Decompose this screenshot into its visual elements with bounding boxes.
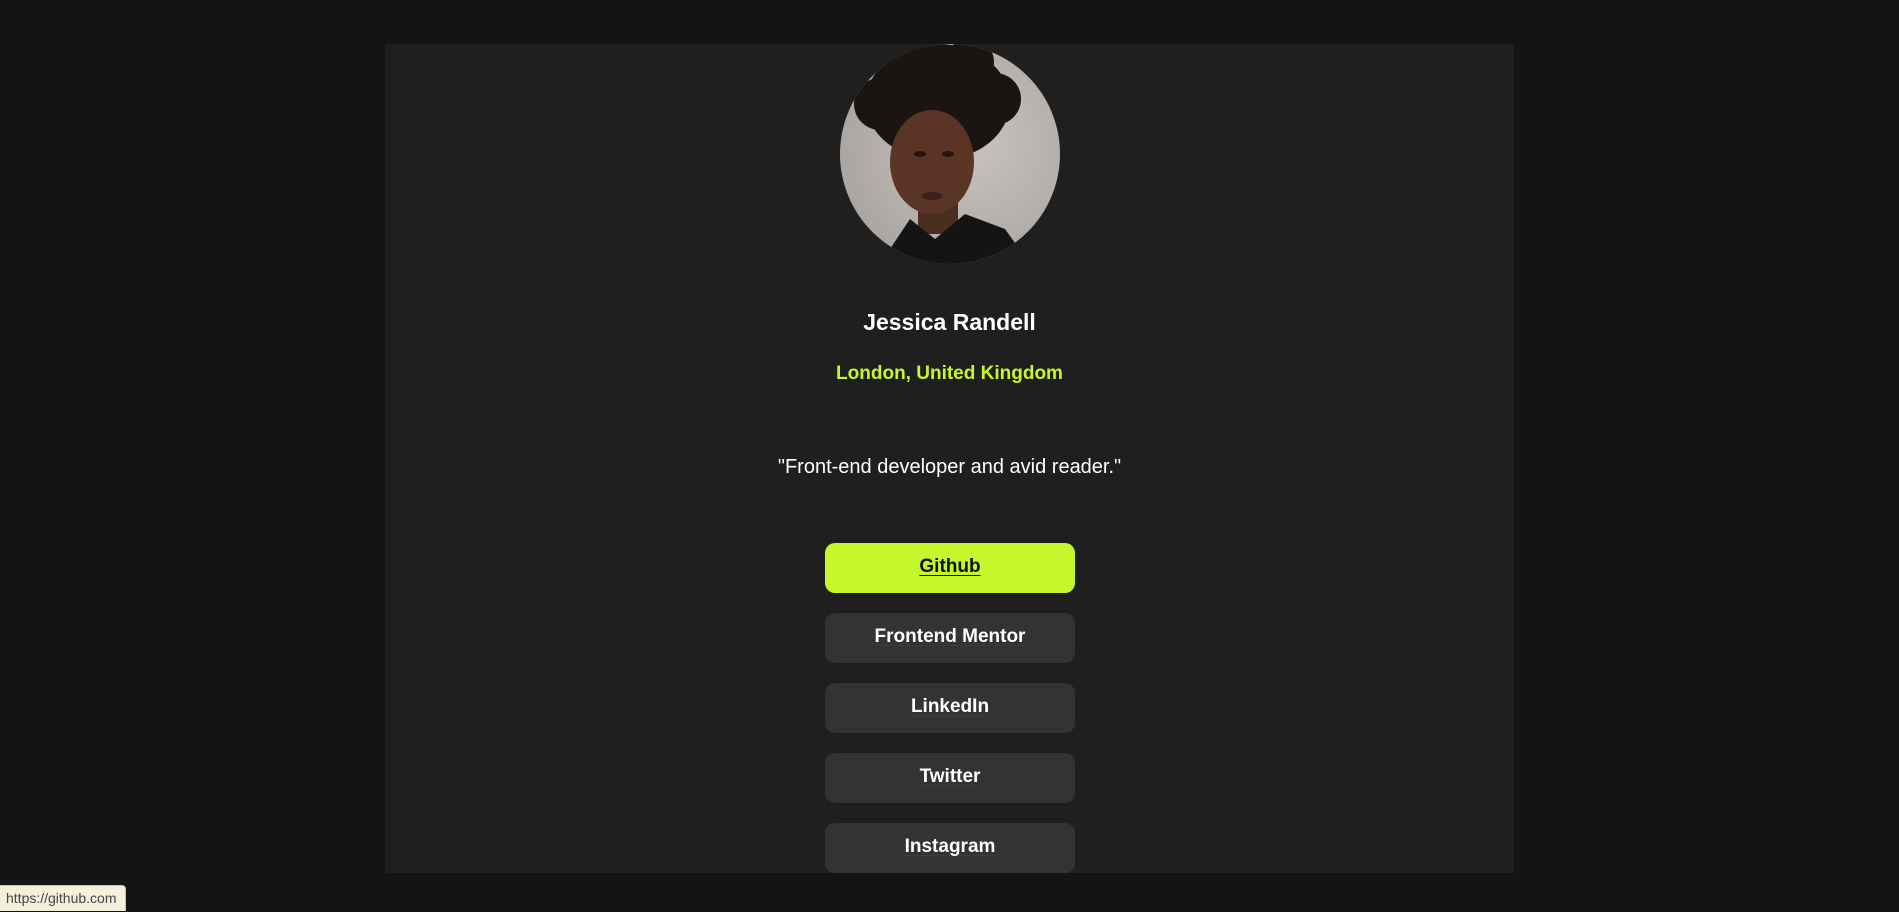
link-button-github[interactable]: Github <box>825 543 1075 593</box>
link-button-twitter[interactable]: Twitter <box>825 753 1075 803</box>
link-button-frontend-mentor[interactable]: Frontend Mentor <box>825 613 1075 663</box>
link-button-linkedin[interactable]: LinkedIn <box>825 683 1075 733</box>
avatar-photo <box>854 44 1030 264</box>
avatar <box>840 44 1060 264</box>
browser-status-url: https://github.com <box>0 885 126 911</box>
profile-name: Jessica Randell <box>863 309 1036 335</box>
link-button-instagram[interactable]: Instagram <box>825 823 1075 873</box>
social-links: Github Frontend Mentor LinkedIn Twitter … <box>825 543 1075 893</box>
profile-location: London, United Kingdom <box>836 363 1063 384</box>
profile-bio: "Front-end developer and avid reader." <box>777 456 1122 478</box>
profile-card: Jessica Randell London, United Kingdom "… <box>385 44 1514 873</box>
